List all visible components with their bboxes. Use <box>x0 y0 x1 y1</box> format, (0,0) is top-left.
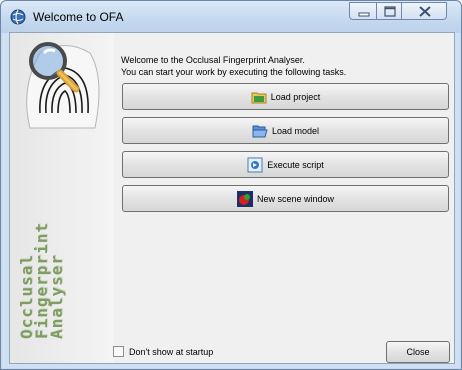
execute-script-button[interactable]: Execute script <box>122 151 449 178</box>
intro-line-1: Welcome to the Occlusal Fingerprint Anal… <box>121 55 305 65</box>
new-scene-window-button[interactable]: New scene window <box>122 185 449 212</box>
load-model-button[interactable]: Load model <box>122 117 449 144</box>
close-button[interactable]: Close <box>386 341 450 363</box>
window-title: Welcome to OFA <box>33 10 124 24</box>
load-project-button[interactable]: Load project <box>122 83 449 110</box>
minimize-icon <box>358 12 370 17</box>
load-project-label: Load project <box>270 91 321 102</box>
new-scene-window-label: New scene window <box>256 193 335 204</box>
show-at-startup-row[interactable]: Don't show at startup <box>113 346 213 357</box>
maximize-icon <box>384 6 396 17</box>
load-model-label: Load model <box>271 125 320 136</box>
intro-text: Welcome to the Occlusal Fingerprint Anal… <box>121 54 346 78</box>
folder-icon <box>251 92 267 103</box>
scene-icon <box>236 190 253 207</box>
script-icon <box>247 157 263 172</box>
close-icon <box>419 6 431 17</box>
maximize-button[interactable] <box>376 2 402 20</box>
show-at-startup-label: Don't show at startup <box>129 346 214 357</box>
ofa-globe-icon <box>10 9 26 25</box>
dialog-body: Occlusal Fingerprint Analyser Welcome to… <box>9 32 455 364</box>
show-at-startup-checkbox[interactable] <box>113 346 124 357</box>
welcome-window: Welcome to OFA Occlusal Fingerprint Anal… <box>0 0 462 370</box>
title-bar[interactable]: Welcome to OFA <box>1 1 461 33</box>
magnifier-fingerprint-logo <box>26 42 100 129</box>
brand-vertical-text: Occlusal Fingerprint Analyser <box>17 222 66 339</box>
brand-line-3: Analyser <box>47 253 66 339</box>
side-banner: Occlusal Fingerprint Analyser <box>10 33 114 363</box>
minimize-button[interactable] <box>349 2 377 20</box>
close-button-label: Close <box>406 347 430 357</box>
close-window-button[interactable] <box>401 2 447 20</box>
execute-script-label: Execute script <box>267 159 324 170</box>
intro-line-2: You can start your work by executing the… <box>121 67 347 77</box>
open-folder-icon <box>252 125 268 137</box>
